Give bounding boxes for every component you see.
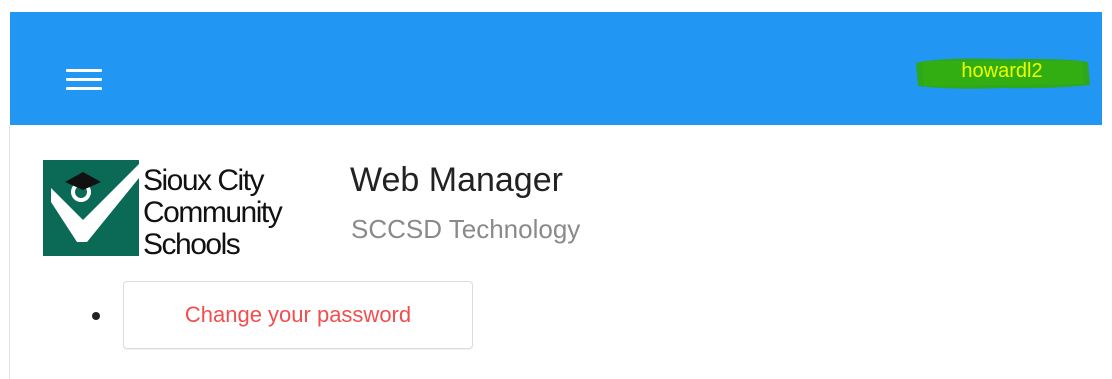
svg-text:Sioux City: Sioux City	[143, 164, 265, 197]
change-password-button[interactable]: Change your password	[123, 281, 473, 349]
username-display[interactable]: howardl2	[912, 55, 1092, 91]
sioux-city-schools-logo: Sioux City Community Schools	[43, 158, 320, 261]
hamburger-menu-icon[interactable]	[66, 68, 102, 92]
svg-text:Schools: Schools	[143, 228, 240, 256]
app-title: Web Manager	[350, 161, 563, 199]
svg-text:Community: Community	[143, 196, 283, 229]
content-left-border	[9, 125, 10, 379]
app-subtitle: SCCSD Technology	[351, 214, 581, 244]
username-text: howardl2	[961, 60, 1043, 82]
list-bullet	[92, 312, 100, 320]
